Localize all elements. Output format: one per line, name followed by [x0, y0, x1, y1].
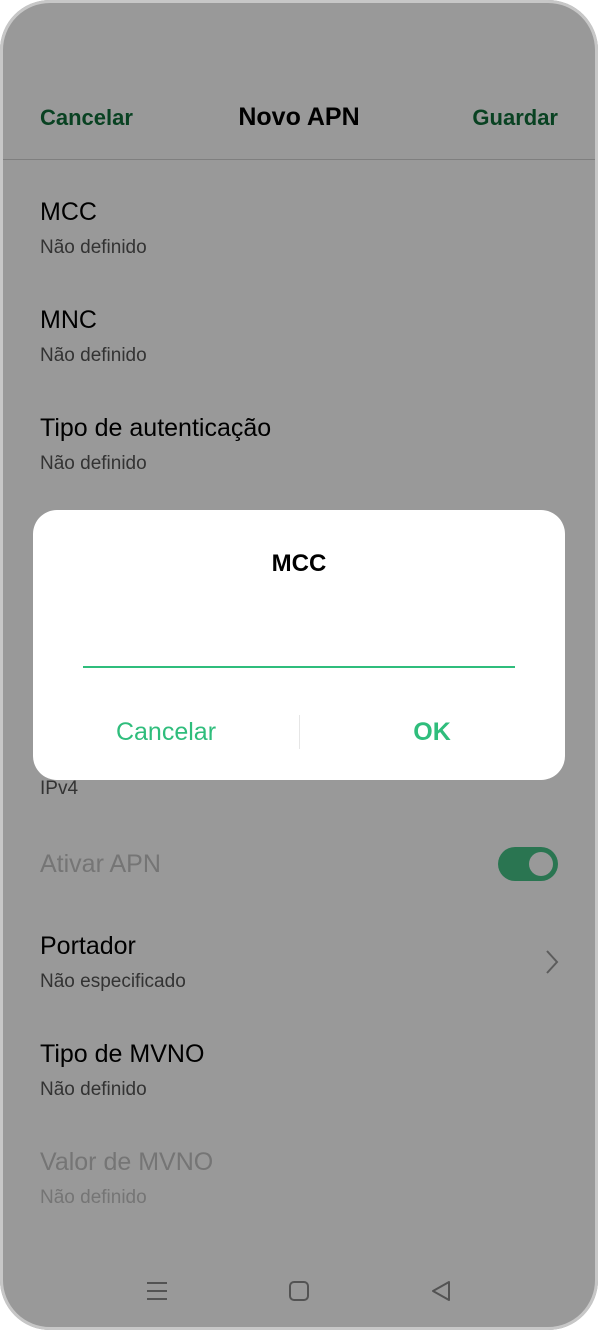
dialog-ok-button[interactable]: OK [299, 718, 565, 747]
dialog-cancel-button[interactable]: Cancelar [33, 718, 299, 747]
phone-screen: 10:00 Cancelar Novo APN Guardar MCC Não … [0, 0, 598, 1330]
dialog-title: MCC [271, 550, 327, 577]
mcc-input[interactable] [83, 620, 515, 668]
mcc-dialog: MCC Cancelar OK [33, 510, 565, 780]
